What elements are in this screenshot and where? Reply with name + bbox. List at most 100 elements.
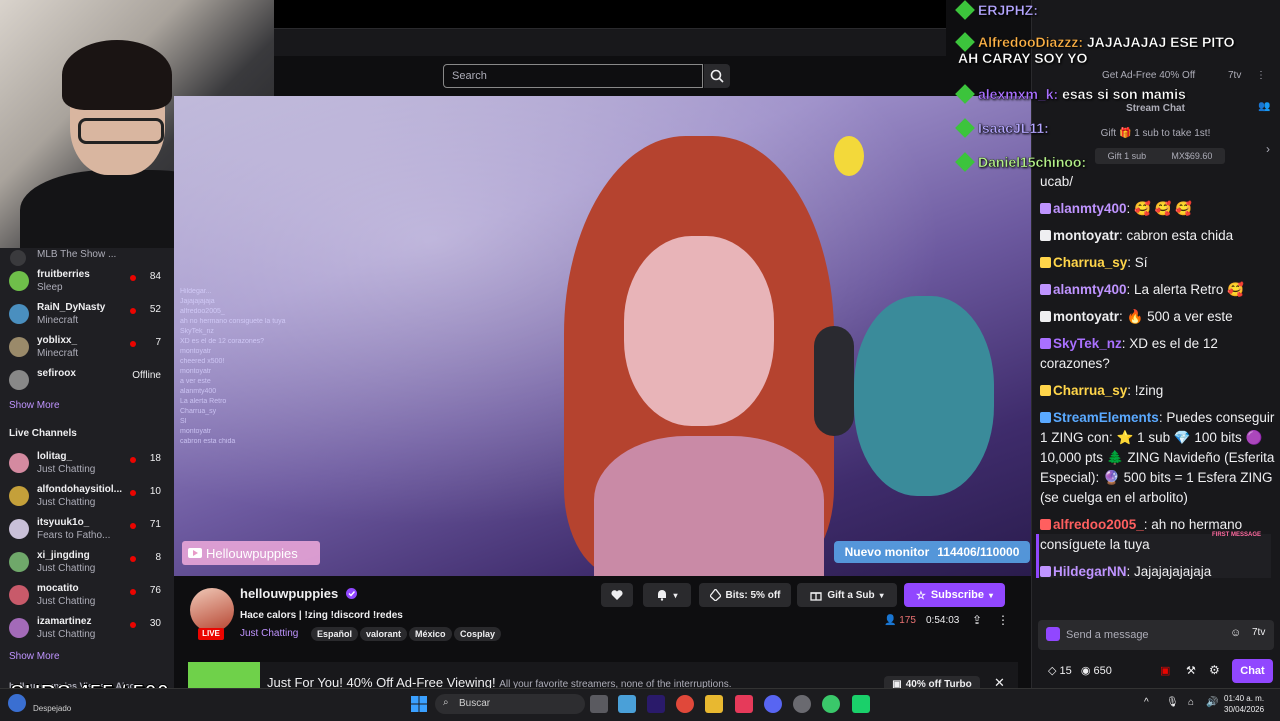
chat-username[interactable]: alanmty400	[1053, 201, 1127, 216]
streamer-name[interactable]: hellouwpuppies	[240, 586, 357, 601]
sidebar-channel[interactable]: izamartinez Just Chatting 30	[9, 616, 169, 646]
taskbar-search[interactable]: Buscar	[435, 694, 585, 714]
seven-tv-icon[interactable]: 7tv	[1252, 627, 1265, 638]
chat-message: alanmty400: 🥰 🥰 🥰	[1040, 199, 1276, 219]
show-more-link[interactable]: Show More	[9, 400, 60, 411]
sidebar-channel[interactable]: fruitberries Sleep 84	[9, 269, 169, 299]
search-button[interactable]	[704, 64, 730, 88]
show-more-link[interactable]: Show More	[9, 651, 60, 662]
video-chat-line: SkyTek_nz	[180, 328, 214, 335]
hype-icon[interactable]: ▣	[1160, 664, 1170, 677]
emote-icon[interactable]: ☺	[1230, 627, 1241, 639]
sub-navbar	[274, 28, 946, 57]
tools-icon[interactable]: ⚒	[1186, 664, 1196, 677]
bits-icon	[709, 589, 721, 601]
video-chat-line: montoyatr	[180, 368, 212, 375]
follow-heart-button[interactable]	[601, 583, 633, 607]
network-icon[interactable]: ⌂	[1188, 697, 1194, 708]
channel-viewers: 52	[149, 304, 161, 315]
chrome-icon[interactable]	[822, 695, 840, 713]
share-icon[interactable]: ⇪	[972, 613, 982, 627]
chat-badge-icon[interactable]	[1046, 627, 1060, 641]
channel-name: sefiroox	[37, 368, 76, 379]
taskbar-clock[interactable]: 01:40 a. m. 30/04/2026	[1224, 693, 1264, 715]
weather-icon[interactable]	[8, 694, 26, 712]
more-icon[interactable]: ⋮	[1256, 70, 1266, 81]
video-chat-line: montoyatr	[180, 428, 212, 435]
folder-icon[interactable]	[705, 695, 723, 713]
channel-viewers: 30	[149, 618, 161, 629]
bits-button[interactable]: Bits: 5% off	[699, 583, 791, 607]
video-chat-line: SI	[180, 418, 187, 425]
chat-username[interactable]: StreamElements	[1053, 410, 1159, 425]
chevron-right-icon[interactable]: ›	[1266, 142, 1270, 156]
taskbar	[0, 688, 1280, 721]
video-chat-line: alfredoo2005_	[180, 308, 225, 315]
streamer-avatar[interactable]	[190, 588, 234, 632]
kick-icon[interactable]	[852, 695, 870, 713]
sidebar-channel[interactable]: lolitag_ Just Chatting 18	[9, 451, 169, 481]
gear-icon[interactable]: ⚙	[1209, 663, 1220, 677]
chrome-icon[interactable]	[676, 695, 694, 713]
sidebar-channel[interactable]: mocatito Just Chatting 76	[9, 583, 169, 613]
chat-username[interactable]: alfredoo2005_	[1053, 517, 1144, 532]
channel-points[interactable]: ◇ 15 ◉ 650	[1048, 664, 1112, 677]
chat-username[interactable]: Charrua_sy	[1053, 255, 1127, 270]
live-dot	[130, 341, 136, 347]
chat-username[interactable]: HildegarNN	[1053, 564, 1127, 579]
chat-username[interactable]: montoyatr	[1053, 228, 1119, 243]
notification-button[interactable]: ▾	[643, 583, 691, 607]
gem-icon	[955, 152, 975, 172]
music-icon[interactable]	[735, 695, 753, 713]
channel-viewers: 84	[149, 271, 161, 282]
chat-username[interactable]: montoyatr	[1053, 309, 1119, 324]
chat-username[interactable]: alanmty400	[1053, 282, 1127, 297]
channel-viewers: 8	[155, 552, 161, 563]
sidebar-channel[interactable]: sefiroox Offline	[9, 368, 169, 398]
chat-badge-icon	[1040, 257, 1051, 268]
tag[interactable]: México	[409, 627, 452, 641]
sidebar-channel[interactable]: itsyuuk1o_ Fears to Fatho... 71	[9, 517, 169, 547]
tag[interactable]: Cosplay	[454, 627, 502, 641]
stream-category-link[interactable]: Just Chatting	[240, 628, 298, 639]
premiere-icon[interactable]	[647, 695, 665, 713]
channel-avatar	[9, 618, 29, 638]
overlay-chat-line: IsaacJL11:	[955, 118, 1049, 138]
windows-start-icon[interactable]	[410, 695, 428, 713]
chat-message: SkyTek_nz: XD es el de 12 corazones?	[1040, 334, 1276, 374]
copilot-icon[interactable]	[618, 695, 636, 713]
tray-chevron-icon[interactable]: ^	[1144, 697, 1149, 708]
tag[interactable]: valorant	[360, 627, 408, 641]
bell-icon	[658, 590, 667, 601]
obs-icon[interactable]	[793, 695, 811, 713]
sidebar-channel[interactable]: xi_jingding Just Chatting 8	[9, 550, 169, 580]
users-icon[interactable]: 👥	[1258, 101, 1270, 112]
live-dot	[130, 622, 136, 628]
channel-game: Just Chatting	[37, 497, 96, 508]
youtube-icon	[188, 548, 202, 558]
tag[interactable]: Español	[311, 627, 359, 641]
mic-icon[interactable]: 🎙	[1166, 697, 1179, 708]
heart-icon	[611, 589, 623, 600]
task-view-icon[interactable]	[590, 695, 608, 713]
user-icon	[10, 250, 26, 266]
live-dot	[130, 490, 136, 496]
video-chat-line: alanmty400	[180, 388, 217, 395]
chat-username[interactable]: Charrua_sy	[1053, 383, 1127, 398]
channel-name: izamartinez	[37, 616, 92, 627]
discord-icon[interactable]	[764, 695, 782, 713]
search-input[interactable]: Search	[443, 64, 703, 88]
chat-username[interactable]: SkyTek_nz	[1053, 336, 1122, 351]
sidebar-channel[interactable]: yoblixx_ Minecraft 7	[9, 335, 169, 365]
sidebar-channel[interactable]: alfondohaysitiol... Just Chatting 10	[9, 484, 169, 514]
chat-send-button[interactable]: Chat	[1232, 659, 1273, 683]
sidebar-channel[interactable]: RaiN_DyNasty Minecraft 52	[9, 302, 169, 332]
channel-viewers: 18	[149, 453, 161, 464]
gift-sub-button[interactable]: Gift a Sub ▾	[797, 583, 897, 607]
subscribe-button[interactable]: ☆ Subscribe ▾	[904, 583, 1005, 607]
more-options-icon[interactable]: ⋮	[997, 613, 1009, 627]
live-dot	[130, 556, 136, 562]
gift-icon	[810, 592, 823, 601]
channel-game: Minecraft	[37, 348, 79, 359]
volume-icon[interactable]: 🔊	[1206, 697, 1218, 708]
